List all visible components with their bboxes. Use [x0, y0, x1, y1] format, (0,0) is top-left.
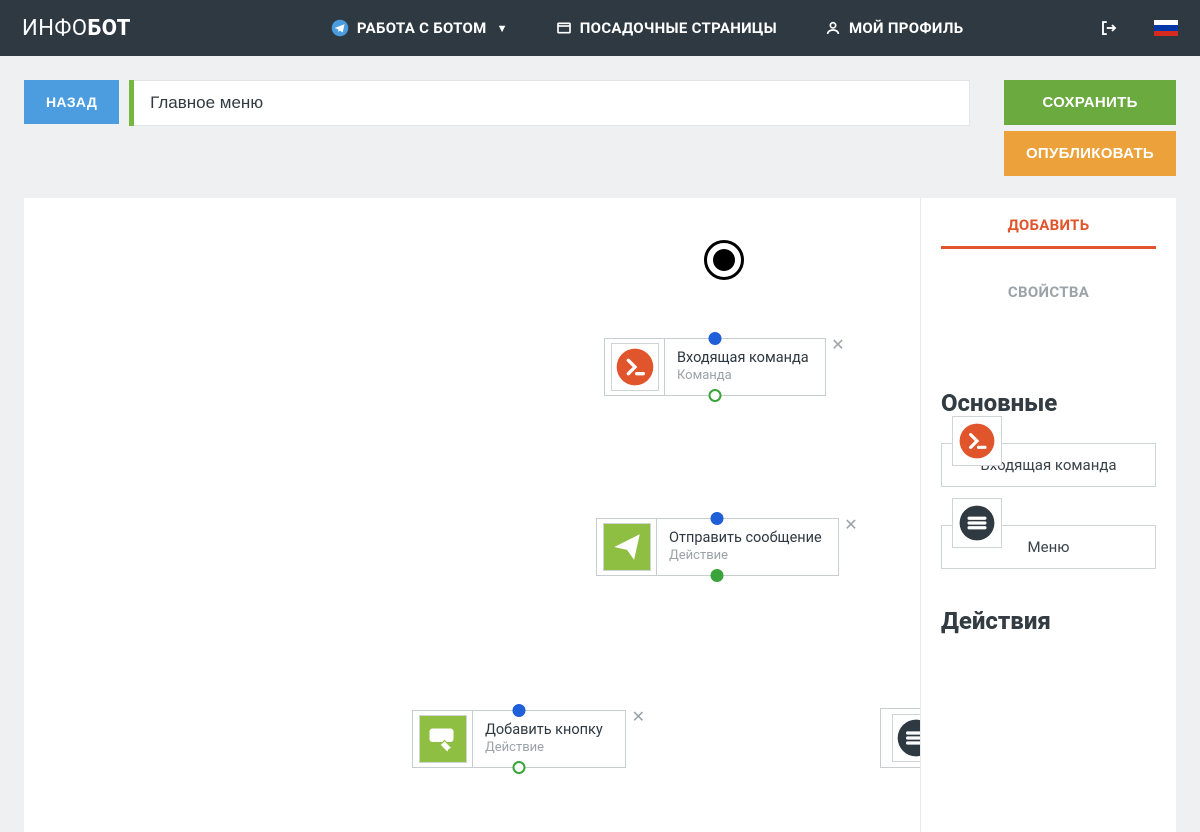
- logo-thin: ИНФО: [22, 16, 88, 41]
- action-buttons: СОХРАНИТЬ ОПУБЛИКОВАТЬ: [1004, 80, 1176, 176]
- menu-icon: [892, 714, 920, 762]
- language-flag-ru[interactable]: [1154, 20, 1178, 36]
- sidebar: ДОБАВИТЬ СВОЙСТВА Основные Входящая кома…: [920, 198, 1176, 832]
- node-body: Добавить кнопку Действие: [473, 711, 625, 767]
- pagename-wrap: [129, 80, 970, 126]
- node-icon-wrap: [605, 339, 665, 395]
- canvas[interactable]: ✕ Входящая команда Команда ✕: [24, 198, 920, 832]
- palette-menu[interactable]: Меню: [941, 525, 1156, 569]
- node-title: Отправить сообщение: [669, 529, 822, 546]
- nav-profile-label: МОЙ ПРОФИЛЬ: [849, 19, 963, 37]
- save-button[interactable]: СОХРАНИТЬ: [1004, 80, 1176, 125]
- tab-properties[interactable]: СВОЙСТВА: [941, 265, 1156, 313]
- port-out[interactable]: [513, 761, 526, 774]
- port-in[interactable]: [708, 332, 721, 345]
- node-body: Отправить сообщение Действие: [657, 519, 838, 575]
- publish-button[interactable]: ОПУБЛИКОВАТЬ: [1004, 131, 1176, 176]
- logo: ИНФОБОТ: [22, 16, 131, 41]
- node-subtitle: Действие: [669, 548, 822, 563]
- node-icon-wrap: [597, 519, 657, 575]
- port-out[interactable]: [711, 569, 724, 582]
- nav-right: [1100, 19, 1178, 37]
- logo-bold: БОТ: [88, 16, 131, 41]
- chevron-down-icon: ▼: [497, 22, 508, 35]
- node-incoming-command[interactable]: ✕ Входящая команда Команда: [604, 338, 826, 396]
- nav-profile[interactable]: МОЙ ПРОФИЛЬ: [825, 19, 963, 37]
- nav-landing-label: ПОСАДОЧНЫЕ СТРАНИЦЫ: [580, 19, 777, 37]
- telegram-icon: [331, 19, 349, 37]
- terminal-icon: [611, 343, 659, 391]
- main-nav: РАБОТА С БОТОМ ▼ ПОСАДОЧНЫЕ СТРАНИЦЫ МОЙ…: [331, 19, 963, 37]
- node-body: Входящая команда Команда: [665, 339, 825, 395]
- section-actions-heading: Действия: [941, 607, 1156, 635]
- user-icon: [825, 20, 841, 36]
- node-title: Добавить кнопку: [485, 721, 609, 738]
- node-icon-wrap: [413, 711, 473, 767]
- tab-add[interactable]: ДОБАВИТЬ: [941, 198, 1156, 249]
- nav-bot-label: РАБОТА С БОТОМ: [357, 19, 487, 37]
- node-menu-partial[interactable]: [880, 708, 920, 768]
- app-header: ИНФОБОТ РАБОТА С БОТОМ ▼ ПОСАДОЧНЫЕ СТРА…: [0, 0, 1200, 56]
- start-node[interactable]: [704, 240, 744, 280]
- menu-icon: [952, 498, 1002, 548]
- close-icon[interactable]: ✕: [831, 335, 844, 354]
- port-in[interactable]: [513, 704, 526, 717]
- nav-landing[interactable]: ПОСАДОЧНЫЕ СТРАНИЦЫ: [556, 19, 777, 37]
- terminal-icon: [952, 416, 1002, 466]
- back-button[interactable]: НАЗАД: [24, 80, 119, 124]
- close-icon[interactable]: ✕: [632, 707, 645, 726]
- sidebar-content: Основные Входящая команда Меню Действия: [921, 313, 1176, 661]
- nav-bot-dropdown[interactable]: РАБОТА С БОТОМ ▼: [331, 19, 508, 37]
- node-title: Входящая команда: [677, 349, 809, 366]
- port-in[interactable]: [711, 512, 724, 525]
- node-send-message[interactable]: ✕ Отправить сообщение Действие: [596, 518, 839, 576]
- start-node-dot: [713, 249, 735, 271]
- node-subtitle: Команда: [677, 368, 809, 383]
- palette-incoming-command[interactable]: Входящая команда: [941, 443, 1156, 487]
- send-icon: [603, 523, 651, 571]
- canvas-edges: [24, 198, 324, 348]
- button-cursor-icon: [419, 715, 467, 763]
- workspace: ✕ Входящая команда Команда ✕: [0, 176, 1200, 832]
- port-out[interactable]: [708, 389, 721, 402]
- logout-icon[interactable]: [1100, 19, 1118, 37]
- close-icon[interactable]: ✕: [844, 515, 857, 534]
- node-add-button[interactable]: ✕ Добавить кнопку Действие: [412, 710, 626, 768]
- section-main-heading: Основные: [941, 389, 1156, 417]
- toolbar: НАЗАД СОХРАНИТЬ ОПУБЛИКОВАТЬ: [0, 56, 1200, 176]
- page-name-input[interactable]: [134, 80, 970, 126]
- window-icon: [556, 20, 572, 36]
- node-subtitle: Действие: [485, 740, 609, 755]
- palette-label: Меню: [1028, 538, 1070, 556]
